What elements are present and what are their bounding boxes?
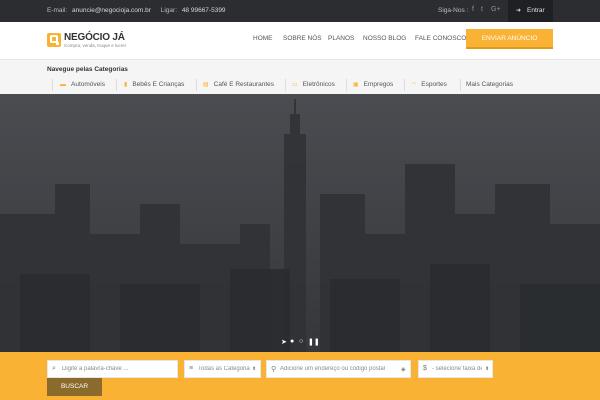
category-label: Esportes	[421, 81, 447, 88]
nav-contact[interactable]: FALE CONOSCO	[415, 35, 466, 42]
category-bar: Navegue pelas Categorias ▬ Automóveis ▮ Be…	[0, 60, 600, 94]
category-select-value: Todas as Categorias	[198, 366, 250, 372]
hero-slider	[0, 94, 600, 352]
logo-subtitle: Compra, venda, troque e lucre!	[64, 43, 127, 48]
nav-home[interactable]: HOME	[253, 35, 273, 42]
monitor-icon: ▭	[292, 82, 298, 88]
slider-pause-icon[interactable]: ❚❚	[308, 338, 320, 346]
category-divider	[52, 79, 53, 91]
category-divider	[285, 79, 286, 91]
search-button[interactable]: BUSCAR	[47, 378, 102, 396]
nav-plans[interactable]: PLANOS	[328, 35, 354, 42]
category-list-icon: ≡	[189, 365, 194, 372]
briefcase-icon: ▣	[353, 82, 359, 88]
category-label: Mais Categorias	[466, 81, 513, 88]
keyword-input[interactable]: ⌕ Digite a palavra-chave ...	[47, 360, 178, 378]
locate-icon[interactable]: ◈	[401, 366, 406, 373]
phone-label: Ligar:	[160, 7, 177, 14]
category-select[interactable]: ≡ Todas as Categorias ⬍	[184, 360, 261, 378]
email-link[interactable]: anuncie@negocioja.com.br	[72, 7, 151, 14]
sport-icon: ◠	[411, 82, 417, 88]
category-label: Empregos	[363, 81, 394, 88]
category-more[interactable]: Mais Categorias	[466, 81, 513, 88]
facebook-icon[interactable]: f	[472, 6, 474, 13]
top-bar: E-mail: anuncie@negocioja.com.br Ligar: …	[0, 0, 600, 22]
login-label: Entrar	[527, 7, 545, 14]
category-divider	[116, 79, 117, 91]
slider-dot[interactable]: ○	[299, 338, 303, 345]
logo-icon[interactable]	[47, 33, 61, 47]
follow-label: Siga-Nos :	[438, 7, 469, 14]
login-button[interactable]: ➜ Entrar	[508, 0, 553, 22]
search-bar: ⌕ Digite a palavra-chave ... ≡ Todas as …	[0, 352, 600, 400]
chevron-down-icon: ⬍	[485, 366, 490, 372]
logo-title[interactable]: NEGÓCIO JÁ	[64, 32, 125, 43]
dollar-icon: $	[423, 365, 427, 372]
slider-dot-active[interactable]: ●	[290, 338, 294, 345]
contact-info: E-mail: anuncie@negocioja.com.br Ligar: …	[47, 7, 234, 14]
category-label: Café E Restaurantes	[213, 81, 275, 88]
chevron-down-icon: ⬍	[252, 366, 257, 372]
location-pin-icon: ⚲	[271, 366, 277, 373]
address-input[interactable]: ⚲ Adicione um endereço ou código postal …	[266, 360, 411, 378]
sign-in-icon: ➜	[516, 8, 522, 14]
category-eletronicos[interactable]: ▭ Eletrônicos	[292, 81, 335, 88]
address-placeholder: Adicione um endereço ou código postal	[280, 366, 386, 372]
category-bebes[interactable]: ▮ Bebês E Crianças	[124, 81, 184, 88]
keyword-placeholder: Digite a palavra-chave ...	[62, 366, 129, 372]
twitter-icon[interactable]: t	[481, 6, 483, 13]
category-esportes[interactable]: ◠ Esportes	[411, 81, 447, 88]
coffee-icon: ▤	[203, 82, 209, 88]
submit-ad-button[interactable]: ENVIAR ANÚNCIO	[466, 29, 553, 49]
category-automoveis[interactable]: ▬ Automóveis	[60, 81, 105, 88]
car-icon: ▬	[60, 82, 66, 88]
category-cafe[interactable]: ▤ Café E Restaurantes	[203, 81, 274, 88]
category-label: Bebês E Crianças	[132, 81, 185, 88]
category-label: Eletrônicos	[302, 81, 335, 88]
category-divider	[346, 79, 347, 91]
nav-about[interactable]: SOBRE NÓS	[283, 35, 322, 42]
phone-link[interactable]: 48 99667-5399	[182, 7, 226, 14]
category-empregos[interactable]: ▣ Empregos	[353, 81, 393, 88]
category-divider	[404, 79, 405, 91]
category-label: Automóveis	[71, 81, 105, 88]
slider-next-icon[interactable]: ➤	[281, 338, 287, 346]
email-label: E-mail:	[47, 7, 68, 14]
city-skyline-image	[0, 94, 600, 352]
nav-blog[interactable]: NOSSO BLOG	[363, 35, 406, 42]
main-header: NEGÓCIO JÁ Compra, venda, troque e lucre…	[0, 22, 600, 60]
category-divider	[460, 79, 461, 91]
category-title: Navegue pelas Categorias	[47, 66, 128, 73]
search-icon: ⌕	[52, 365, 56, 372]
price-range-value: - selecione faixa de preço -	[432, 366, 482, 372]
category-divider	[196, 79, 197, 91]
google-plus-icon[interactable]: G+	[491, 6, 501, 13]
baby-icon: ▮	[124, 82, 128, 88]
price-range-select[interactable]: $ - selecione faixa de preço - ⬍	[418, 360, 493, 378]
